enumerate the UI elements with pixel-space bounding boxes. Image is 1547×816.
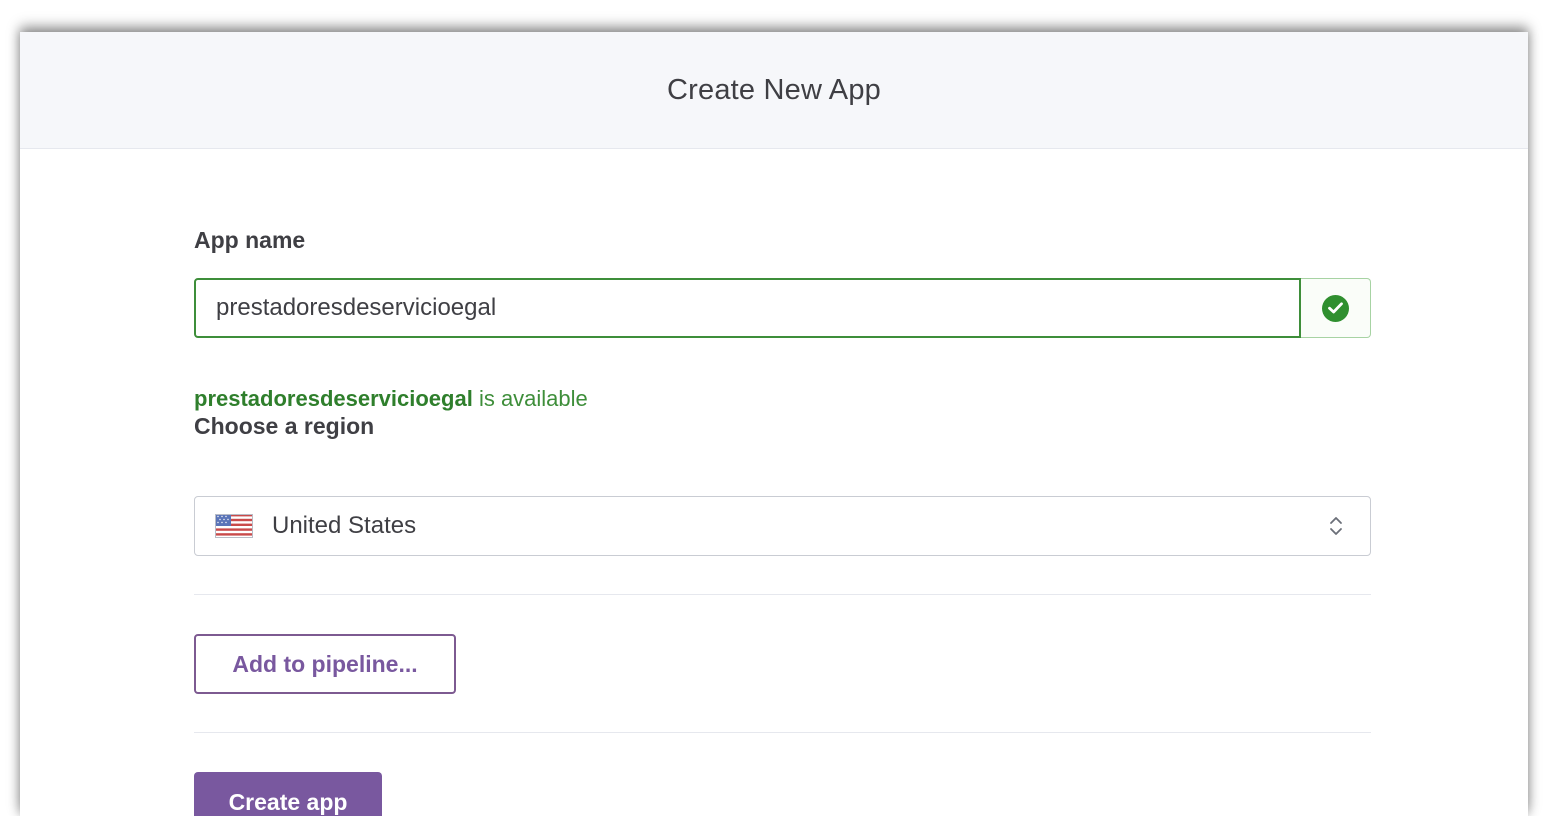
create-app-dialog: Create New App App name prestadoresdeser… bbox=[20, 32, 1528, 816]
available-app-name: prestadoresdeservicioegal bbox=[194, 386, 473, 411]
section-divider bbox=[194, 594, 1371, 595]
section-divider bbox=[194, 732, 1371, 733]
availability-message: prestadoresdeservicioegal is available bbox=[194, 386, 588, 412]
us-flag-icon bbox=[215, 514, 253, 538]
region-label: Choose a region bbox=[194, 413, 375, 439]
create-app-button[interactable]: Create app bbox=[194, 772, 382, 816]
app-name-row bbox=[194, 278, 1371, 338]
page-title: Create New App bbox=[667, 73, 881, 106]
app-name-label: App name bbox=[194, 227, 306, 253]
app-name-input[interactable] bbox=[194, 278, 1301, 338]
region-select[interactable]: United States bbox=[194, 496, 1371, 556]
availability-suffix: is available bbox=[478, 386, 588, 411]
availability-status-addon bbox=[1301, 278, 1371, 338]
region-selected-value: United States bbox=[272, 512, 417, 539]
check-circle-icon bbox=[1322, 294, 1349, 322]
dialog-header: Create New App bbox=[20, 32, 1528, 149]
add-to-pipeline-button[interactable]: Add to pipeline... bbox=[194, 634, 456, 694]
up-down-chevron-icon bbox=[1328, 515, 1344, 537]
